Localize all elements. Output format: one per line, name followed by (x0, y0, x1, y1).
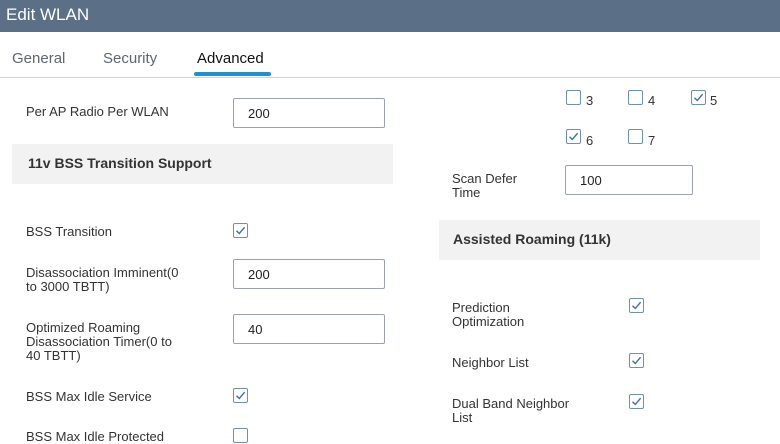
channel-7-label: 7 (648, 133, 656, 148)
bss-transition-label: BSS Transition (26, 224, 112, 239)
window-title-bar: Edit WLAN (0, 0, 780, 32)
channel-3-checkbox[interactable] (566, 90, 581, 105)
per-ap-radio-input[interactable] (233, 98, 385, 128)
bss-transition-checkbox[interactable] (233, 223, 248, 238)
channel-5-label: 5 (710, 93, 718, 108)
scan-defer-time-label-line1: Scan Defer (452, 171, 518, 186)
checkmark-icon (632, 397, 642, 406)
tab-bar: General Security Advanced (0, 32, 780, 78)
checkmark-icon (236, 226, 246, 235)
opt-roaming-label: Optimized Roaming Disassociation Timer(0… (26, 321, 172, 363)
scan-defer-time-input[interactable] (565, 165, 693, 195)
per-ap-radio-label: Per AP Radio Per WLAN (26, 104, 169, 119)
channel-7-checkbox[interactable] (628, 129, 643, 144)
checkmark-icon (632, 356, 642, 365)
opt-roaming-label-line1: Optimized Roaming (26, 320, 141, 335)
section-title-11v: 11v BSS Transition Support (28, 155, 212, 171)
dual-band-neighbor-list-label-line1: Dual Band Neighbor (452, 396, 570, 411)
opt-roaming-label-line2: Disassociation Timer(0 to (26, 334, 172, 349)
bss-max-idle-protected-checkbox[interactable] (233, 428, 248, 443)
prediction-optimization-checkbox[interactable] (629, 298, 644, 313)
disassoc-imminent-label-line1: Disassociation Imminent(0 (26, 265, 179, 280)
channel-4-checkbox[interactable] (628, 90, 643, 105)
active-tab-indicator (194, 72, 271, 76)
scan-defer-time-label: Scan Defer Time (452, 172, 517, 200)
disassoc-imminent-input[interactable] (233, 259, 385, 289)
window-title: Edit WLAN (6, 5, 90, 24)
bss-max-idle-label: BSS Max Idle Service (26, 389, 152, 404)
checkmark-icon (236, 391, 246, 400)
opt-roaming-input[interactable] (233, 314, 385, 344)
tab-advanced[interactable]: Advanced (197, 50, 264, 67)
neighbor-list-label: Neighbor List (452, 355, 529, 370)
disassoc-imminent-label-line2: to 3000 TBTT) (26, 279, 110, 294)
channel-4-label: 4 (648, 93, 656, 108)
prediction-optimization-label-line2: Optimization (452, 314, 525, 329)
channel-5-checkbox[interactable] (691, 90, 706, 105)
dual-band-neighbor-list-checkbox[interactable] (629, 394, 644, 409)
section-header-assisted-roaming: Assisted Roaming (11k) (439, 220, 760, 260)
channel-6-checkbox[interactable] (566, 129, 581, 144)
checkmark-icon (569, 132, 579, 141)
bss-max-idle-checkbox[interactable] (233, 388, 248, 403)
section-title-assisted-roaming: Assisted Roaming (11k) (453, 231, 611, 247)
neighbor-list-checkbox[interactable] (629, 353, 644, 368)
prediction-optimization-label-line1: Prediction (452, 300, 510, 315)
checkmark-icon (632, 301, 642, 310)
dual-band-neighbor-list-label: Dual Band Neighbor List (452, 397, 569, 425)
opt-roaming-label-line3: 40 TBTT) (26, 348, 81, 363)
channel-3-label: 3 (586, 93, 594, 108)
bss-max-idle-protected-label: BSS Max Idle Protected (26, 429, 165, 444)
tab-security[interactable]: Security (103, 50, 157, 67)
disassoc-imminent-label: Disassociation Imminent(0 to 3000 TBTT) (26, 266, 178, 294)
channel-6-label: 6 (586, 133, 594, 148)
tab-general[interactable]: General (12, 50, 65, 67)
scan-defer-time-label-line2: Time (452, 185, 481, 200)
prediction-optimization-label: Prediction Optimization (452, 301, 524, 329)
section-header-11v: 11v BSS Transition Support (12, 144, 393, 184)
checkmark-icon (694, 93, 704, 102)
dual-band-neighbor-list-label-line2: List (452, 410, 473, 425)
